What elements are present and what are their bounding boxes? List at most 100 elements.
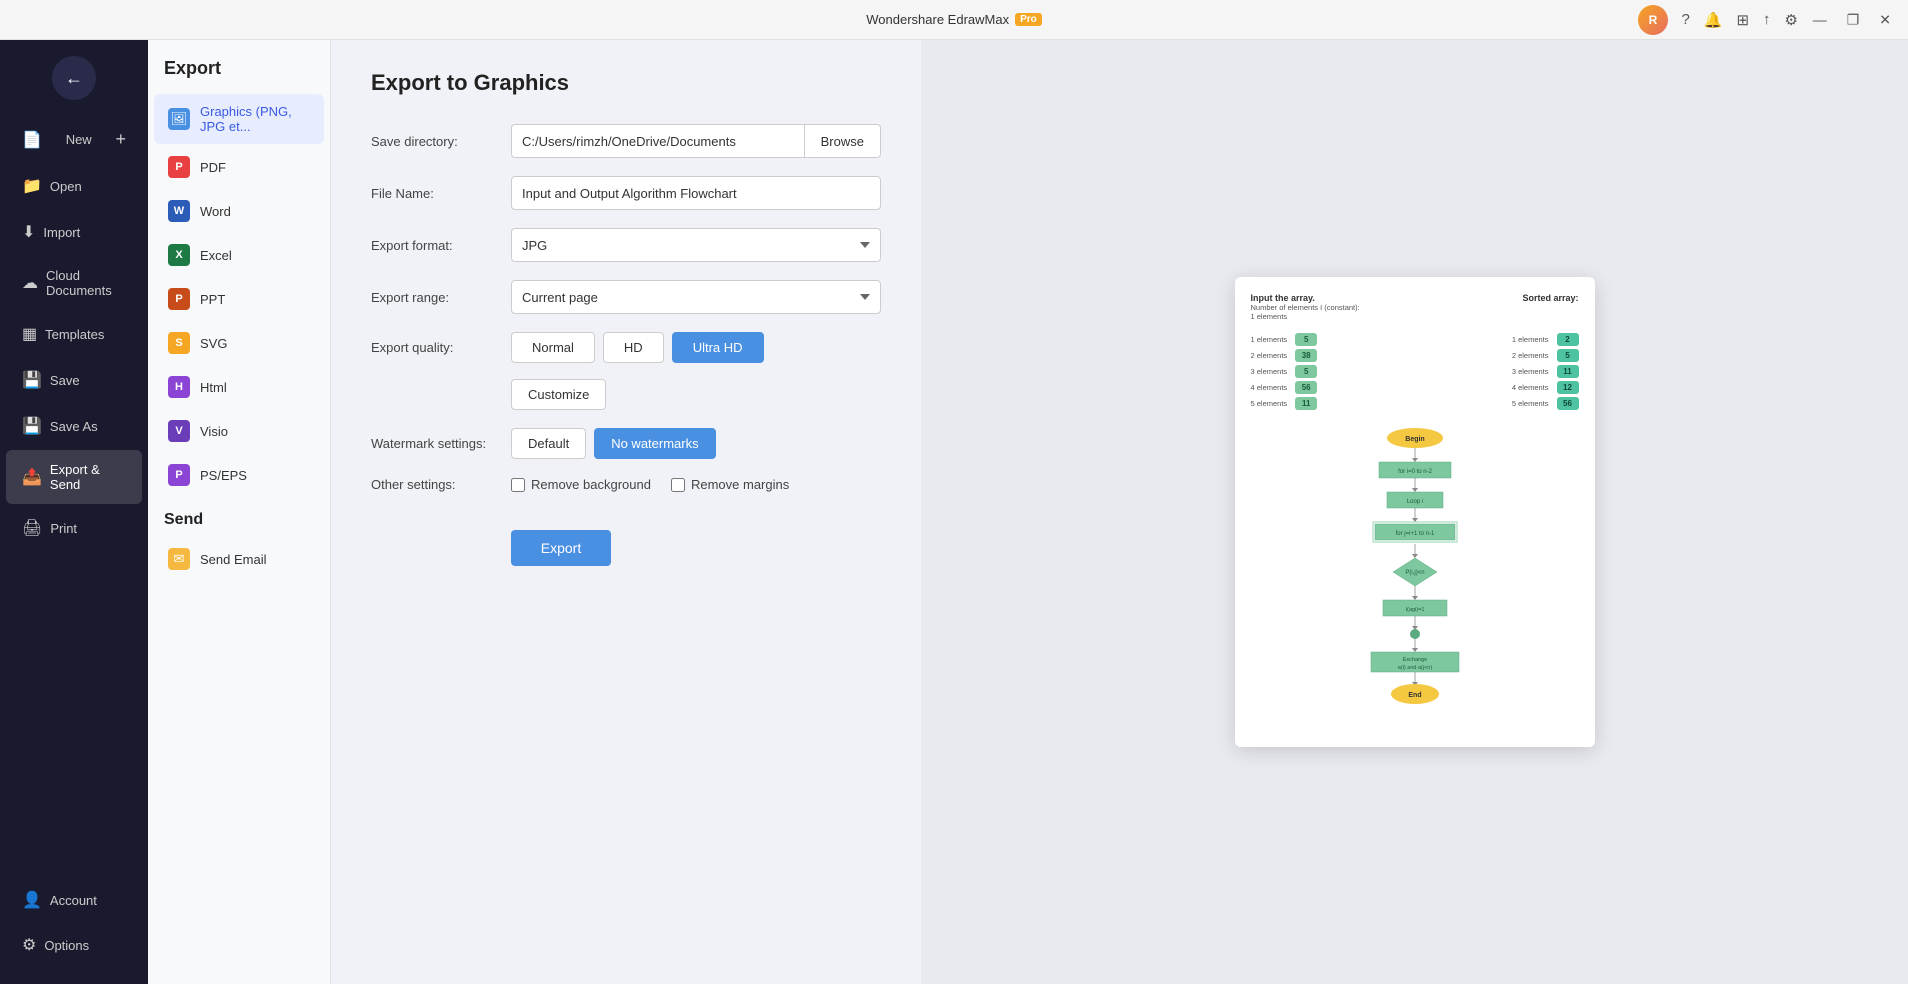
sidebar-item-new[interactable]: 📄 New + <box>6 117 142 162</box>
html-icon: H <box>168 376 190 398</box>
table-row: 1 elements 2 <box>1512 333 1579 346</box>
customize-button[interactable]: Customize <box>511 379 606 410</box>
svg-text:P(i,j)<n: P(i,j)<n <box>1405 570 1424 576</box>
remove-margins-checkbox[interactable] <box>671 478 685 492</box>
sidebar-item-saveas[interactable]: 💾 Save As <box>6 404 142 448</box>
export-option-svg[interactable]: S SVG <box>154 322 324 364</box>
export-option-email[interactable]: ✉ Send Email <box>154 538 324 580</box>
table-row: 2 elements 5 <box>1512 349 1579 362</box>
settings-icon[interactable]: ⚙ <box>1785 11 1798 29</box>
export-option-label-visio: Visio <box>200 424 228 439</box>
export-option-word[interactable]: W Word <box>154 190 324 232</box>
quality-customize-row: Customize <box>511 371 881 410</box>
email-icon: ✉ <box>168 548 190 570</box>
quality-hd-button[interactable]: HD <box>603 332 664 363</box>
export-format-label: Export format: <box>371 238 511 253</box>
new-icon: 📄 <box>22 130 42 150</box>
export-option-label-pdf: PDF <box>200 160 226 175</box>
sidebar-item-account[interactable]: 👤 Account <box>6 878 142 922</box>
watermark-buttons: Default No watermarks <box>511 428 881 459</box>
cloud-icon: ☁ <box>22 273 38 293</box>
quality-section: Normal HD Ultra HD Customize <box>511 332 881 410</box>
file-name-row: File Name: <box>371 176 881 210</box>
remove-background-checkbox[interactable] <box>511 478 525 492</box>
export-option-visio[interactable]: V Visio <box>154 410 324 452</box>
flowchart-diagram: Begin for i=0 to n-2 Loop i <box>1315 422 1515 722</box>
flowchart-sorted-title: Sorted array: <box>1522 293 1578 303</box>
svg-text:End: End <box>1408 692 1421 699</box>
avatar[interactable]: R <box>1638 5 1668 35</box>
flowchart-input-title: Input the array. <box>1251 293 1360 303</box>
watermark-default-button[interactable]: Default <box>511 428 586 459</box>
content-body: Export to Graphics Save directory: Brows… <box>331 40 1908 984</box>
export-option-label-email: Send Email <box>200 552 266 567</box>
file-name-input[interactable] <box>511 176 881 210</box>
saveas-icon: 💾 <box>22 416 42 436</box>
table-row: 1 elements 5 <box>1251 333 1318 346</box>
export-range-label: Export range: <box>371 290 511 305</box>
watermark-none-button[interactable]: No watermarks <box>594 428 715 459</box>
export-option-label-excel: Excel <box>200 248 232 263</box>
export-button[interactable]: Export <box>511 530 611 566</box>
print-icon: 🖨 <box>22 518 42 538</box>
quality-normal-button[interactable]: Normal <box>511 332 595 363</box>
export-icon: 📤 <box>22 467 42 487</box>
sidebar-item-open[interactable]: 📁 Open <box>6 164 142 208</box>
export-sidebar: Export 🖼 Graphics (PNG, JPG et... P PDF … <box>148 40 331 984</box>
account-icon: 👤 <box>22 890 42 910</box>
sidebar-item-save[interactable]: 💾 Save <box>6 358 142 402</box>
minimize-button[interactable]: — <box>1808 9 1832 30</box>
sidebar-item-templates[interactable]: ▦ Templates <box>6 312 142 356</box>
sidebar-item-import[interactable]: ⬇ Import <box>6 210 142 254</box>
window-controls: — ❐ ✕ <box>1808 9 1896 30</box>
nav-bottom: 👤 Account ⚙ Options <box>0 877 148 984</box>
export-range-select[interactable]: Current page All pages <box>511 280 881 314</box>
templates-icon: ▦ <box>22 324 37 344</box>
svg-text:Loop i: Loop i <box>1406 499 1422 505</box>
export-option-label-ppt: PPT <box>200 292 225 307</box>
export-option-pdf[interactable]: P PDF <box>154 146 324 188</box>
notification-icon[interactable]: 🔔 <box>1704 11 1723 29</box>
maximize-button[interactable]: ❐ <box>1842 9 1865 30</box>
export-quality-label: Export quality: <box>371 332 511 355</box>
sidebar-item-label-open: Open <box>50 179 82 194</box>
export-format-select[interactable]: JPG PNG BMP SVG <box>511 228 881 262</box>
export-sidebar-title: Export <box>148 50 330 93</box>
visio-icon: V <box>168 420 190 442</box>
watermark-label: Watermark settings: <box>371 436 511 451</box>
toolbar: ? 🔔 ⊞ ↑ ⚙ <box>1681 11 1798 29</box>
remove-background-label[interactable]: Remove background <box>511 477 651 492</box>
remove-margins-label[interactable]: Remove margins <box>671 477 789 492</box>
svg-text:I(agi)=1: I(agi)=1 <box>1405 607 1424 613</box>
graphics-icon: 🖼 <box>168 108 190 130</box>
sidebar-item-cloud[interactable]: ☁ Cloud Documents <box>6 256 142 310</box>
back-button[interactable]: ← <box>52 56 96 100</box>
quality-ultrahd-button[interactable]: Ultra HD <box>672 332 764 363</box>
pseps-icon: P <box>168 464 190 486</box>
save-directory-input[interactable] <box>511 124 805 158</box>
browse-button[interactable]: Browse <box>805 124 881 158</box>
export-option-graphics[interactable]: 🖼 Graphics (PNG, JPG et... <box>154 94 324 144</box>
sidebar-item-export[interactable]: 📤 Export & Send <box>6 450 142 504</box>
export-option-pseps[interactable]: P PS/EPS <box>154 454 324 496</box>
pdf-icon: P <box>168 156 190 178</box>
share-icon[interactable]: ↑ <box>1763 11 1771 28</box>
options-icon: ⚙ <box>22 935 36 955</box>
export-option-ppt[interactable]: P PPT <box>154 278 324 320</box>
export-option-excel[interactable]: X Excel <box>154 234 324 276</box>
sidebar-item-options[interactable]: ⚙ Options <box>6 923 142 967</box>
close-button[interactable]: ✕ <box>1874 9 1896 30</box>
sidebar-item-print[interactable]: 🖨 Print <box>6 506 142 550</box>
sidebar-item-label-export: Export & Send <box>50 462 126 492</box>
export-option-html[interactable]: H Html <box>154 366 324 408</box>
left-nav: ← 📄 New + 📁 Open ⬇ Import ☁ Cloud Docume… <box>0 40 148 984</box>
sidebar-item-label-print: Print <box>50 521 77 536</box>
flowchart-data-tables: 1 elements 5 2 elements 38 3 elements 5 <box>1251 333 1579 410</box>
help-icon[interactable]: ? <box>1681 11 1689 28</box>
svg-icon: S <box>168 332 190 354</box>
flowchart-subtitle: Number of elements I (constant):1 elemen… <box>1251 303 1360 321</box>
watermark-row: Watermark settings: Default No watermark… <box>371 428 881 459</box>
svg-text:for i=0 to n-2: for i=0 to n-2 <box>1398 469 1433 475</box>
apps-icon[interactable]: ⊞ <box>1736 11 1749 29</box>
export-option-label-graphics: Graphics (PNG, JPG et... <box>200 104 310 134</box>
